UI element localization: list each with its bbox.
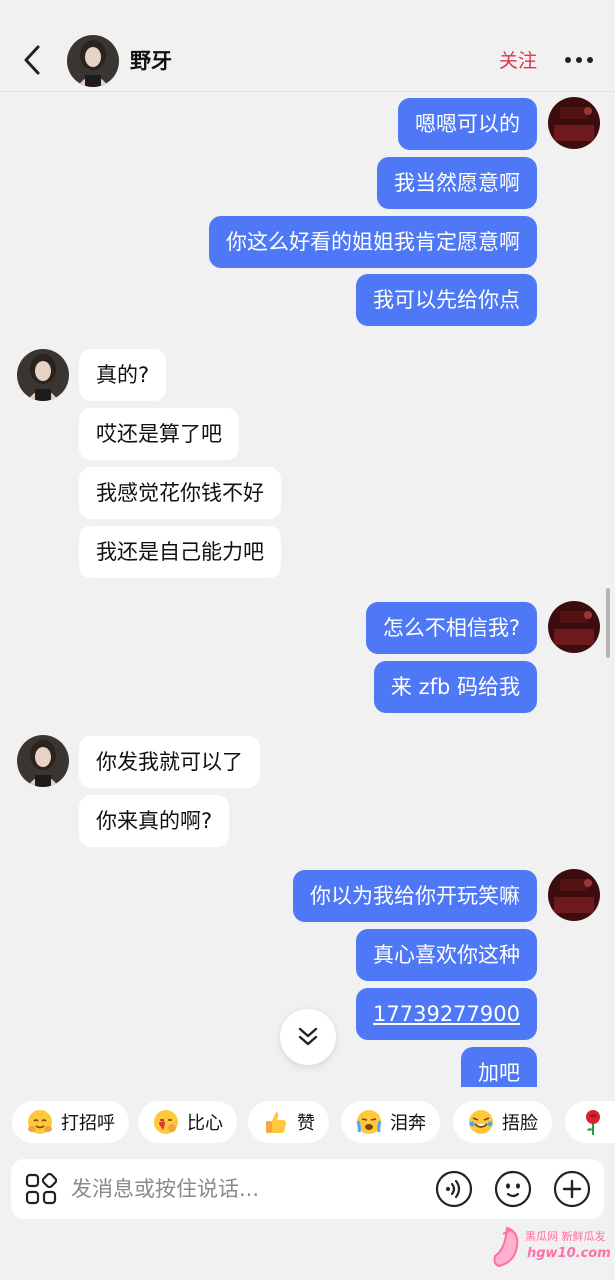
contact-name: 野牙 bbox=[130, 49, 172, 73]
message-bubble-incoming[interactable]: 我感觉花你钱不好 bbox=[79, 467, 281, 519]
chat-header: 野牙 关注 bbox=[0, 0, 615, 92]
follow-button[interactable]: 关注 bbox=[499, 48, 537, 74]
more-dots-icon bbox=[565, 57, 571, 63]
message-input[interactable] bbox=[71, 1169, 411, 1209]
contact-avatar[interactable] bbox=[67, 35, 119, 87]
quick-reply-label: 比心 bbox=[187, 1113, 223, 1134]
message-bubble-incoming[interactable]: 你发我就可以了 bbox=[79, 736, 260, 788]
quick-reply-facepalm[interactable]: 捂脸 bbox=[453, 1101, 552, 1143]
message-bubble-outgoing[interactable]: 真心喜欢你这种 bbox=[356, 929, 537, 981]
plus-icon[interactable] bbox=[553, 1170, 591, 1208]
scroll-to-bottom-button[interactable] bbox=[280, 1009, 336, 1065]
back-button[interactable] bbox=[18, 42, 48, 78]
quick-reply-bar: 打招呼 比心 赞 泪奔 捂脸 bbox=[0, 1087, 615, 1157]
my-avatar[interactable] bbox=[548, 601, 600, 653]
watermark-top-text: 黑瓜网 新鲜瓜发 bbox=[525, 1230, 606, 1243]
quick-reply-label: 打招呼 bbox=[61, 1113, 115, 1134]
emoji-icon[interactable] bbox=[494, 1170, 532, 1208]
rose-emoji-icon bbox=[586, 1110, 600, 1135]
message-bubble-incoming[interactable]: 真的? bbox=[79, 349, 167, 401]
message-bubble-outgoing[interactable]: 我可以先给你点 bbox=[356, 274, 537, 326]
message-bubble-outgoing[interactable]: 17739277900 bbox=[356, 988, 537, 1040]
finger-heart-emoji-icon bbox=[154, 1110, 178, 1134]
quick-reply-hug[interactable]: 打招呼 bbox=[12, 1101, 129, 1143]
double-chevron-down-icon bbox=[298, 1027, 318, 1046]
message-bubble-outgoing[interactable]: 加吧 bbox=[461, 1047, 537, 1087]
my-avatar[interactable] bbox=[548, 97, 600, 149]
message-bubble-outgoing[interactable]: 你这么好看的姐姐我肯定愿意啊 bbox=[209, 216, 537, 268]
hug-emoji-icon bbox=[28, 1110, 52, 1134]
quick-reply-thumbs-up[interactable]: 赞 bbox=[248, 1101, 329, 1143]
message-bubble-outgoing[interactable]: 怎么不相信我? bbox=[365, 602, 537, 654]
phone-number-link[interactable]: 17739277900 bbox=[373, 1002, 520, 1026]
message-bubble-outgoing[interactable]: 来 zfb 码给我 bbox=[373, 661, 537, 713]
quick-reply-rose[interactable] bbox=[565, 1101, 615, 1143]
message-bubble-outgoing[interactable]: 我当然愿意啊 bbox=[377, 157, 537, 209]
voice-icon[interactable] bbox=[435, 1170, 473, 1208]
quick-reply-label: 捂脸 bbox=[502, 1113, 538, 1134]
site-watermark: 黑瓜网 新鲜瓜发 hgw10.com bbox=[485, 1218, 611, 1274]
chevron-left-icon bbox=[24, 45, 40, 75]
my-avatar[interactable] bbox=[548, 869, 600, 921]
quick-reply-label: 赞 bbox=[297, 1113, 315, 1134]
message-input-bar bbox=[11, 1159, 604, 1219]
message-bubble-incoming[interactable]: 哎还是算了吧 bbox=[79, 408, 239, 460]
watermark-url: hgw10.com bbox=[527, 1246, 611, 1261]
contact-message-avatar[interactable] bbox=[17, 735, 69, 787]
thumbs-up-emoji-icon bbox=[266, 1112, 287, 1133]
message-bubble-incoming[interactable]: 我还是自己能力吧 bbox=[79, 526, 281, 578]
message-bubble-outgoing[interactable]: 嗯嗯可以的 bbox=[398, 98, 537, 150]
quick-reply-finger-heart[interactable]: 比心 bbox=[138, 1101, 237, 1143]
watermark-logo-icon bbox=[493, 1226, 519, 1268]
apps-grid-icon[interactable] bbox=[25, 1173, 57, 1205]
message-bubble-outgoing[interactable]: 你以为我给你开玩笑嘛 bbox=[293, 870, 537, 922]
contact-message-avatar[interactable] bbox=[17, 349, 69, 401]
more-options-button[interactable] bbox=[563, 52, 595, 68]
crying-emoji-icon bbox=[356, 1110, 382, 1134]
message-bubble-incoming[interactable]: 你来真的啊? bbox=[79, 795, 230, 847]
facepalm-emoji-icon bbox=[469, 1110, 493, 1134]
scrollbar-thumb[interactable] bbox=[606, 588, 610, 658]
quick-reply-crying[interactable]: 泪奔 bbox=[341, 1101, 440, 1143]
quick-reply-label: 泪奔 bbox=[390, 1113, 426, 1134]
